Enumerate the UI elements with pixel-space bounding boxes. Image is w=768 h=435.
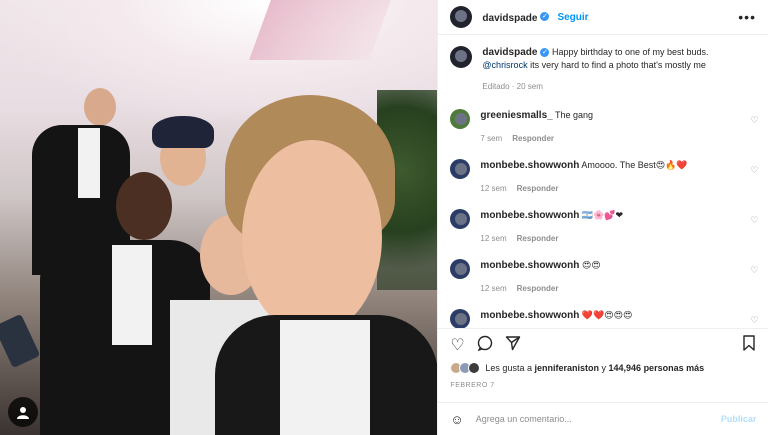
comment-username[interactable]: monbebe.showwonh: [480, 260, 579, 271]
verified-icon: ✓: [540, 12, 550, 22]
follow-button[interactable]: Seguir: [557, 12, 588, 23]
publish-button[interactable]: Publicar: [721, 414, 757, 424]
person-front-shirt: [280, 320, 370, 435]
reply-button[interactable]: Responder: [512, 134, 554, 143]
comment-time: 12 sem: [480, 184, 507, 193]
ellipsis-icon[interactable]: •••: [738, 9, 756, 25]
heart-icon[interactable]: ♡: [750, 115, 758, 126]
person-back-shirt: [78, 128, 100, 198]
person-front-face: [242, 140, 382, 335]
caption-text: Happy birthday to one of my best buds.: [551, 47, 709, 57]
person-cap-hat: [152, 116, 214, 148]
comment-text: ❤️❤️😍😍😍: [581, 310, 633, 320]
comment-item: monbebe.showwonh ❤️❤️😍😍😍 ♡: [438, 309, 768, 328]
comment-username[interactable]: monbebe.showwonh: [480, 160, 579, 171]
comment-username[interactable]: monbebe.showwonh: [480, 310, 579, 321]
phone: [0, 313, 41, 369]
comment-text: Amoooo. The Best😍🔥❤️: [581, 160, 688, 170]
caption-username[interactable]: davidspade: [482, 47, 537, 58]
caption: davidspade ✓ Happy birthday to one of my …: [438, 46, 768, 93]
reply-button[interactable]: Responder: [517, 234, 559, 243]
heart-icon[interactable]: ♡: [750, 165, 758, 176]
comments-list[interactable]: davidspade ✓ Happy birthday to one of my …: [438, 36, 768, 328]
likes-user[interactable]: jenniferaniston: [534, 363, 599, 373]
likes-summary: Les gusta a jenniferaniston y 144,946 pe…: [450, 362, 704, 374]
commenter-avatar[interactable]: [450, 159, 471, 179]
comment-text: The gang: [555, 110, 594, 120]
comment-time: 7 sem: [480, 134, 503, 143]
likes-count[interactable]: 144,946 personas más: [609, 363, 705, 373]
comment-text: 😍😍: [581, 260, 601, 270]
comment-username[interactable]: monbebe.showwonh: [480, 210, 579, 221]
comment-item: monbebe.showwonh 🇦🇷🌸💕❤ 12 sem Responder ♡: [438, 209, 768, 245]
heart-icon[interactable]: ♡: [750, 315, 758, 326]
action-bar: ♡: [438, 330, 768, 360]
comment-input[interactable]: Agrega un comentario...: [476, 414, 572, 424]
commenter-avatar[interactable]: [450, 209, 471, 229]
likes-middle: y: [601, 363, 607, 373]
heart-icon[interactable]: ♡: [750, 215, 758, 226]
post-date[interactable]: FEBRERO 7: [450, 382, 494, 389]
user-icon: [17, 407, 29, 419]
comment-icon[interactable]: [477, 335, 493, 356]
comment-item: monbebe.showwonh 😍😍 12 sem Responder ♡: [438, 259, 768, 295]
add-comment-bar: ☺ Agrega un comentario... Publicar: [438, 402, 768, 435]
reply-button[interactable]: Responder: [517, 184, 559, 193]
comment-item: greeniesmalls_ The gang 7 sem Responder ♡: [438, 109, 768, 145]
caption-text-2: its very hard to find a photo that's mos…: [530, 60, 706, 70]
author-avatar[interactable]: [450, 6, 473, 28]
comment-item: monbebe.showwonh Amoooo. The Best😍🔥❤️ 12…: [438, 159, 768, 195]
comment-username[interactable]: greeniesmalls_: [480, 110, 552, 121]
likes-prefix: Les gusta a: [485, 363, 532, 373]
tagged-users-button[interactable]: [8, 397, 38, 427]
reply-button[interactable]: Responder: [517, 284, 559, 293]
like-heart-icon[interactable]: ♡: [450, 335, 464, 355]
comment-time: 12 sem: [480, 234, 507, 243]
post-photo[interactable]: [0, 0, 438, 435]
post-side-panel: davidspade ✓ Seguir ••• davidspade ✓ Happy…: [437, 0, 768, 435]
comment-text: 🇦🇷🌸💕❤: [581, 210, 623, 220]
liker-avatar: [468, 362, 481, 374]
commenter-avatar[interactable]: [450, 109, 471, 129]
commenter-avatar[interactable]: [450, 259, 471, 279]
bookmark-icon[interactable]: [742, 334, 756, 356]
pink-drape: [249, 0, 391, 60]
divider: [438, 328, 768, 329]
person-glasses-shirt: [112, 245, 152, 345]
person-back-face: [84, 88, 116, 126]
caption-mention[interactable]: @chrisrock: [482, 60, 527, 70]
author-username[interactable]: davidspade ✓: [482, 8, 550, 26]
heart-icon[interactable]: ♡: [750, 265, 758, 276]
person-glasses-face: [116, 172, 172, 240]
instagram-post: davidspade ✓ Seguir ••• davidspade ✓ Happy…: [0, 0, 768, 435]
share-icon[interactable]: [505, 335, 521, 356]
comment-time: 12 sem: [480, 284, 507, 293]
emoji-icon[interactable]: ☺: [450, 412, 463, 427]
commenter-avatar[interactable]: [450, 309, 471, 328]
caption-avatar[interactable]: [450, 46, 473, 68]
verified-icon: ✓: [540, 48, 550, 58]
caption-meta: Editado · 20 sem: [482, 82, 543, 91]
post-header: davidspade ✓ Seguir •••: [438, 0, 768, 35]
